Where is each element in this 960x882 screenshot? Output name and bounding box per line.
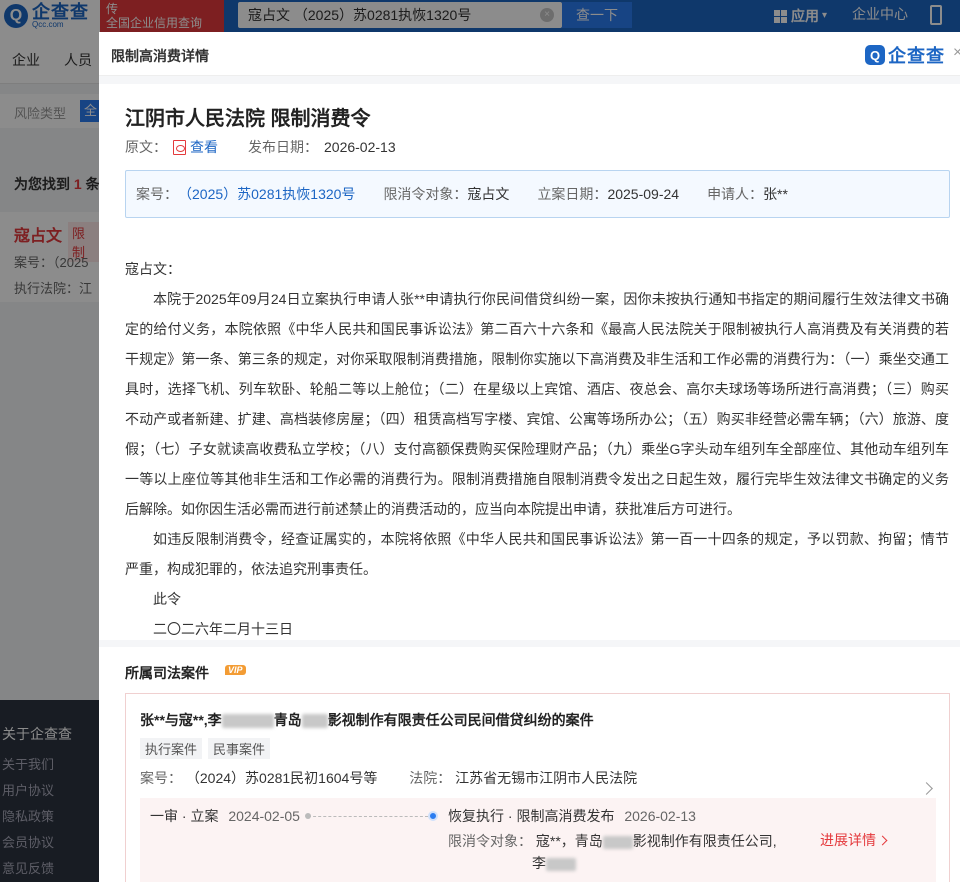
filed-label: 立案日期： [537, 186, 608, 202]
timeline-dot-active [428, 811, 438, 821]
closing: 此令 [153, 591, 181, 607]
document-body: 寇占文： 本院于2025年09月24日立案执行申请人张**申请执行你民间借贷纠纷… [99, 240, 960, 640]
document-summary: 江阴市人民法院 限制消费令 原文： 查看 发布日期： 2026-02-13 案号… [99, 84, 960, 264]
case-title[interactable]: 张**与寇**,李 青岛 影视制作有限责任公司民间借贷纠纷的案件 [140, 710, 594, 730]
document-meta: 原文： 查看 发布日期： 2026-02-13 [125, 137, 396, 157]
modal-logo-text: 企查查 [888, 46, 945, 66]
case-title-part-3: 影视制作有限责任公司民间借贷纠纷的案件 [327, 712, 594, 728]
case-info-box: 案号： （2025）苏0281执恢1320号 限消令对象： 寇占文 立案日期： … [125, 170, 950, 218]
stage-1-label: 一审 · 立案 [150, 808, 219, 824]
pdf-icon[interactable] [173, 139, 186, 155]
related-title-text: 所属司法案件 [125, 665, 209, 681]
target-part-1: 寇**，青岛 [535, 833, 603, 849]
case-timeline: 一审 · 立案 2024-02-05 恢复执行 · 限制高消费发布 2026-0… [140, 798, 936, 882]
case-card[interactable]: 张**与寇**,李 青岛 影视制作有限责任公司民间借贷纠纷的案件 执行案件 民事案件… [125, 693, 950, 882]
qcc-logo-icon: Q [865, 45, 885, 65]
timeline-stage-1: 一审 · 立案 2024-02-05 [150, 806, 300, 826]
redacted-text [546, 857, 576, 871]
modal-header: 限制高消费详情 Q 企查查 × [99, 32, 960, 76]
view-original-link[interactable]: 查看 [190, 137, 218, 157]
filed-date: 2025-09-24 [607, 186, 680, 202]
document-date: 二〇二六年二月十三日 [153, 621, 293, 637]
stage-1-date: 2024-02-05 [228, 808, 300, 824]
timeline-connector [308, 816, 428, 817]
publish-date: 2026-02-13 [324, 139, 396, 155]
target-label: 限消令对象： [383, 186, 468, 202]
progress-details-link[interactable]: 进展详情 [820, 830, 886, 850]
case-no-label: 案号： [136, 186, 178, 202]
related-cases: 所属司法案件 VIP 张**与寇**,李 青岛 影视制作有限责任公司民间借贷纠纷的案… [99, 647, 960, 882]
case-title-part-2: 青岛 [273, 712, 302, 728]
modal-logo: Q 企查查 [865, 42, 945, 68]
redacted-text [221, 714, 274, 729]
case-tags: 执行案件 民事案件 [140, 738, 271, 759]
applicant-value: 张** [763, 186, 788, 202]
tag-civil: 民事案件 [208, 738, 271, 759]
tag-execution: 执行案件 [140, 738, 203, 759]
vip-badge: VIP [225, 665, 246, 675]
redacted-text [301, 714, 328, 729]
redacted-text [602, 835, 633, 849]
timeline-stage-2: 恢复执行 · 限制高消费发布 2026-02-13 [448, 806, 696, 826]
case-no-link[interactable]: （2025）苏0281执恢1320号 [178, 184, 355, 204]
related-cases-title: 所属司法案件 VIP [125, 663, 246, 683]
case-title-part-1: 张**与寇**,李 [140, 712, 222, 728]
court-value: 江苏省无锡市江阴市人民法院 [455, 770, 638, 786]
modal-title: 限制高消费详情 [111, 48, 209, 64]
case-no-label: 案号： [140, 770, 182, 786]
close-icon[interactable]: × [953, 44, 960, 62]
applicant-label: 申请人： [707, 186, 764, 202]
body-paragraph-1: 本院于2025年09月24日立案执行申请人张**申请执行你民间借贷纠纷一案，因你… [125, 291, 949, 517]
case-meta: 案号： （2024）苏0281民初1604号等 法院： 江苏省无锡市江阴市人民法… [140, 768, 665, 788]
publish-label: 发布日期： [248, 139, 318, 155]
body-paragraph-2: 如违反限制消费令，经查证属实的，本院将依照《中华人民共和国民事诉讼法》第一百一十… [125, 531, 949, 577]
timeline-target: 限消令对象： 寇**，青岛 影视制作有限责任公司, 李 [448, 830, 777, 874]
stage-2-date: 2026-02-13 [624, 808, 696, 824]
target-part-2: 影视制作有限责任公司, [632, 833, 777, 849]
stage-2-label: 恢复执行 · 限制高消费发布 [448, 808, 615, 824]
case-no-value: （2024）苏0281民初1604号等 [185, 770, 378, 786]
target-part-3: 李 [532, 855, 546, 871]
target-value: 寇占文 [467, 186, 510, 202]
document-title: 江阴市人民法院 限制消费令 [125, 108, 371, 130]
target-label: 限消令对象： [448, 833, 532, 849]
salutation: 寇占文： [125, 261, 181, 277]
detail-modal: 限制高消费详情 Q 企查查 × 江阴市人民法院 限制消费令 原文： 查看 发布日… [99, 32, 960, 882]
court-label: 法院： [409, 770, 452, 786]
chevron-right-icon[interactable] [920, 782, 933, 795]
original-label: 原文： [125, 139, 167, 155]
